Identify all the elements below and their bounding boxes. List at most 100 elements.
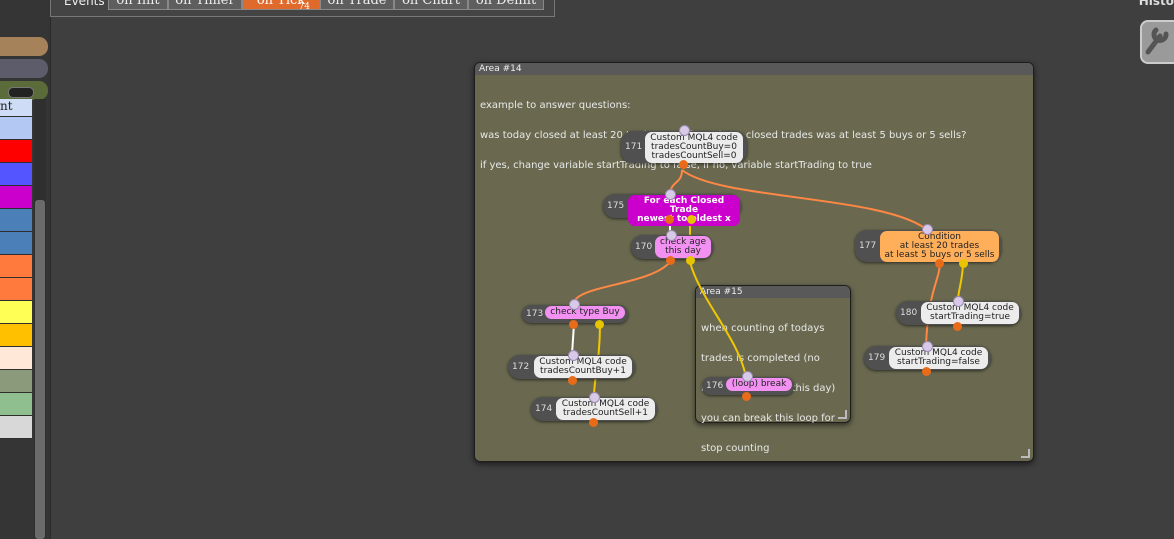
node-output-port[interactable]: [568, 376, 577, 385]
node-label: Custom MQL4 code startTrading=false: [889, 347, 988, 369]
node-label: For each Closed Trade newest to oldest x: [628, 195, 740, 226]
node-id: 179: [868, 353, 886, 363]
swatch-item[interactable]: [0, 347, 32, 370]
swatch-item[interactable]: [0, 278, 32, 301]
swatch-item[interactable]: [0, 209, 32, 232]
tick-count-badge: 74: [298, 2, 310, 12]
description-line: when counting of todays: [701, 323, 825, 334]
node-175[interactable]: 175 For each Closed Trade newest to olde…: [603, 189, 741, 226]
swatch-item[interactable]: [0, 324, 32, 347]
node-output-port[interactable]: [959, 259, 968, 268]
node-output-port[interactable]: [569, 320, 578, 329]
tab-on-init[interactable]: on Init: [108, 0, 168, 10]
swatch-item[interactable]: [0, 232, 32, 255]
description-line: stop counting: [701, 443, 770, 454]
tab-on-tick[interactable]: on Tick 74: [242, 0, 320, 12]
node-176[interactable]: 176 (loop) break: [702, 371, 794, 401]
node-id: 173: [526, 309, 544, 319]
swatch-item[interactable]: [0, 163, 32, 186]
node-177[interactable]: 177 Condition at least 20 trades at leas…: [855, 224, 1001, 268]
node-173[interactable]: 173 check type Buy: [522, 299, 628, 329]
swatch-item[interactable]: [0, 140, 32, 163]
events-bar: Events on Init on Timer on Tick 74 on Tra…: [50, 0, 1174, 17]
node-line: tradesCountSell+1: [563, 408, 648, 418]
node-180[interactable]: 180 Custom MQL4 code startTrading=true: [896, 296, 1021, 331]
node-input-port[interactable]: [569, 299, 580, 310]
node-output-port[interactable]: [665, 215, 674, 224]
node-line: tradesCountBuy+1: [540, 366, 626, 376]
node-label: check type Buy: [545, 306, 625, 319]
description-line: you can break this loop for: [701, 413, 835, 424]
node-input-port[interactable]: [922, 224, 933, 235]
node-171[interactable]: 171 Custom MQL4 code tradesCountBuy=0 tr…: [621, 125, 747, 169]
palette-toggle[interactable]: [8, 87, 34, 98]
node-line: tradesCountSell=0: [651, 151, 737, 161]
node-179[interactable]: 179 Custom MQL4 code startTrading=false: [864, 341, 991, 376]
node-id: 180: [900, 308, 918, 318]
node-output-port[interactable]: [679, 160, 688, 169]
tab-on-trade[interactable]: on Trade: [320, 0, 394, 10]
node-line: newest to oldest x: [637, 214, 731, 224]
node-label: Custom MQL4 code tradesCountSell+1: [556, 398, 655, 420]
node-output-port[interactable]: [666, 256, 675, 265]
node-id: 171: [625, 142, 643, 152]
history-label[interactable]: Histo: [1139, 0, 1174, 8]
area-14-title[interactable]: Area #14: [475, 63, 1033, 75]
node-input-port[interactable]: [679, 125, 690, 136]
area-14-resize-handle[interactable]: [1021, 449, 1030, 458]
node-output-port[interactable]: [686, 256, 695, 265]
node-output-port[interactable]: [953, 322, 962, 331]
node-output-port[interactable]: [589, 418, 598, 427]
swatch-item[interactable]: [0, 393, 32, 416]
node-input-port[interactable]: [922, 341, 933, 352]
palette-category-button[interactable]: [0, 37, 48, 56]
node-output-port[interactable]: [935, 259, 944, 268]
node-174[interactable]: 174 Custom MQL4 code tradesCountSell+1: [531, 392, 657, 427]
wrench-icon: [1145, 27, 1169, 55]
palette-category-button[interactable]: [0, 59, 48, 78]
description-line: example to answer questions:: [480, 100, 631, 111]
node-id: 174: [535, 404, 553, 414]
node-output-port[interactable]: [742, 392, 751, 401]
node-172[interactable]: 172 Custom MQL4 code tradesCountBuy+1: [508, 350, 635, 385]
node-output-port[interactable]: [595, 320, 604, 329]
node-input-port[interactable]: [665, 189, 676, 200]
node-output-port[interactable]: [687, 215, 696, 224]
node-id: 176: [706, 381, 724, 391]
node-line: For each Closed Trade: [643, 196, 725, 215]
node-input-port[interactable]: [742, 371, 753, 382]
node-input-port[interactable]: [953, 296, 964, 307]
swatch-label: nt: [0, 99, 13, 113]
node-line: this day: [665, 246, 701, 256]
node-line: check type Buy: [550, 307, 620, 317]
swatch-item[interactable]: nt: [0, 99, 32, 117]
node-label: Custom MQL4 code tradesCountBuy+1: [534, 356, 632, 378]
node-input-port[interactable]: [568, 350, 579, 361]
events-label: Events: [64, 0, 105, 8]
area-15-resize-handle[interactable]: [838, 410, 847, 419]
node-output-port[interactable]: [922, 367, 931, 376]
tab-on-timer[interactable]: on Timer: [168, 0, 242, 10]
node-line: (loop) break: [731, 379, 787, 389]
node-input-port[interactable]: [666, 230, 677, 241]
tab-on-chart[interactable]: on Chart: [394, 0, 468, 10]
tab-on-deinit[interactable]: on Deinit: [468, 0, 544, 10]
node-line: startTrading=true: [930, 312, 1010, 322]
node-label: (loop) break: [726, 378, 792, 391]
node-line: startTrading=false: [897, 357, 980, 367]
swatch-item[interactable]: [0, 416, 32, 439]
node-label: Condition at least 20 trades at least 5 …: [880, 231, 999, 262]
area-15[interactable]: Area #15 when counting of todays trades …: [695, 285, 851, 454]
swatch-item[interactable]: [0, 186, 32, 209]
area-15-title[interactable]: Area #15: [696, 286, 850, 298]
swatch-item[interactable]: [0, 301, 32, 324]
palette-scroll-thumb[interactable]: [35, 200, 45, 539]
swatch-item[interactable]: [0, 255, 32, 278]
node-id: 170: [635, 242, 653, 252]
swatch-item[interactable]: [0, 117, 32, 140]
node-label: check age this day: [655, 236, 711, 258]
swatch-item[interactable]: [0, 370, 32, 393]
node-input-port[interactable]: [589, 392, 600, 403]
wrench-tool-button[interactable]: [1140, 20, 1174, 64]
node-170[interactable]: 170 check age this day: [631, 230, 713, 265]
